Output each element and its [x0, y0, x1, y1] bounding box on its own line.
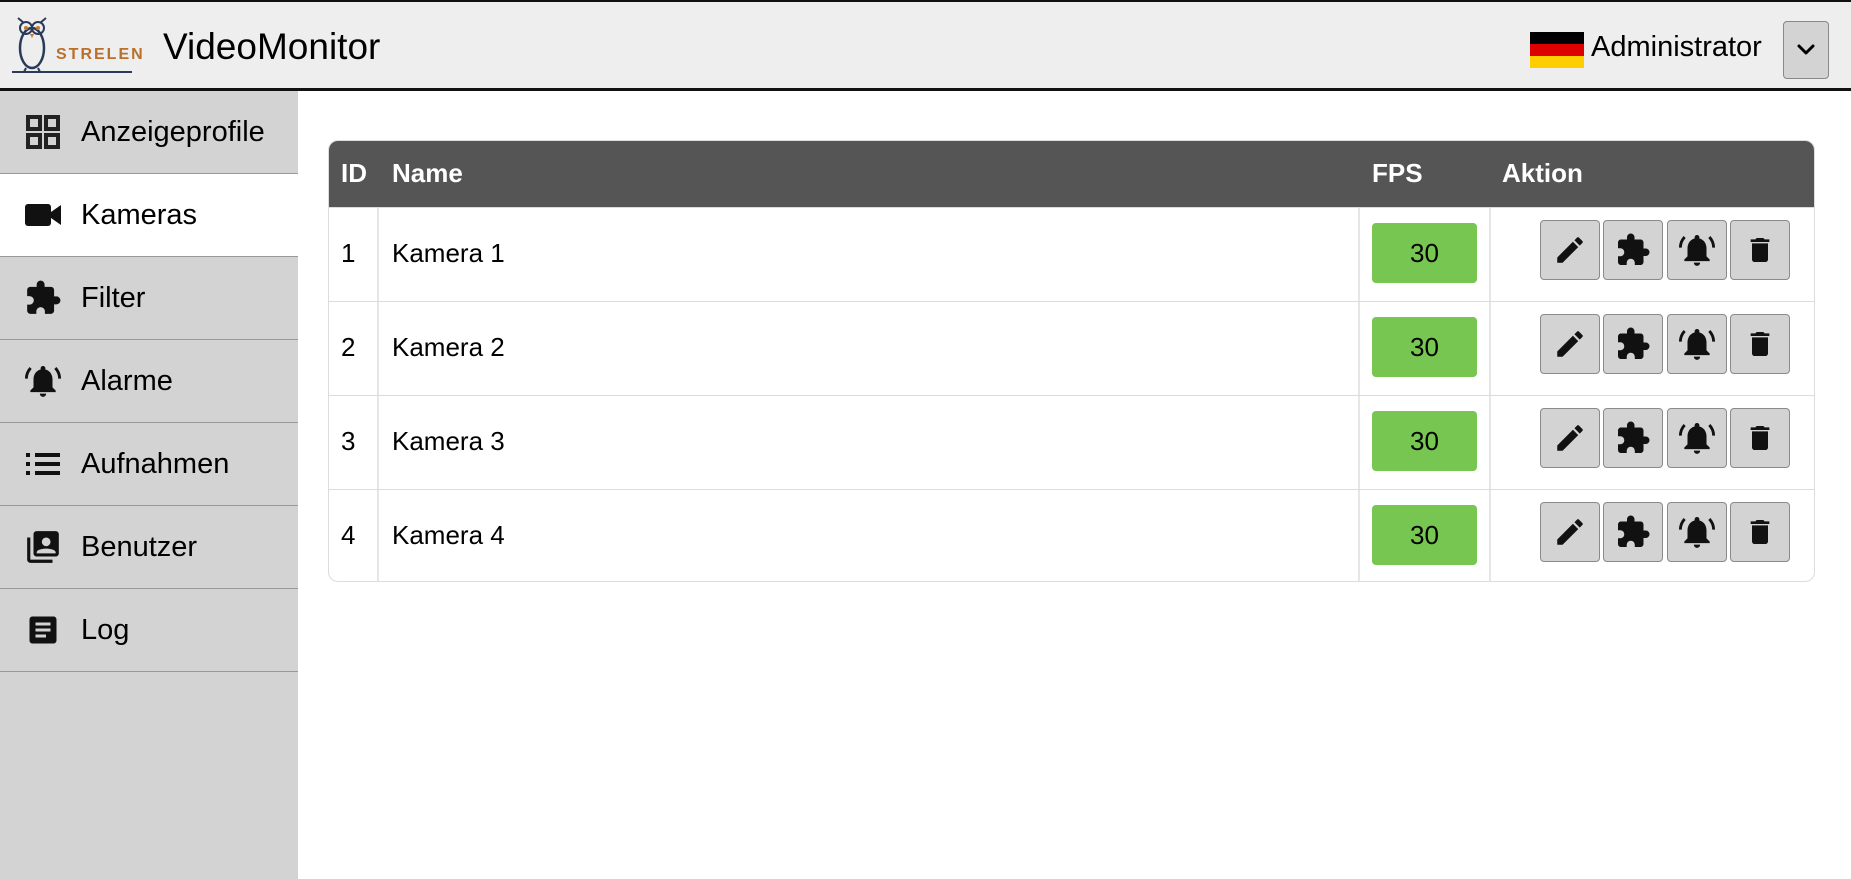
- sidebar-item-filter[interactable]: Filter: [0, 257, 298, 340]
- top-bar: STRELEN VideoMonitor Administrator: [0, 0, 1851, 91]
- edit-icon: [1553, 421, 1587, 455]
- table-row: 3 Kamera 3 30: [329, 395, 1814, 489]
- sidebar-item-kameras[interactable]: Kameras: [0, 174, 298, 257]
- sidebar-item-anzeigeprofile[interactable]: Anzeigeprofile: [0, 91, 298, 174]
- column-header-fps: FPS: [1372, 158, 1423, 188]
- column-header-action: Aktion: [1502, 158, 1583, 188]
- delete-button[interactable]: [1730, 314, 1790, 374]
- column-header-name: Name: [392, 158, 463, 188]
- cell-id: 4: [341, 520, 356, 550]
- app-title: VideoMonitor: [163, 26, 381, 67]
- sidebar-item-label: Alarme: [81, 364, 173, 397]
- delete-button[interactable]: [1730, 408, 1790, 468]
- filter-button[interactable]: [1603, 220, 1663, 280]
- camera-table: ID Name FPS Aktion 1 Kamera 1 30 2 Kamera 2 3…: [328, 140, 1815, 582]
- chevron-down-icon: [1797, 44, 1815, 55]
- cell-name: Kamera 2: [392, 332, 505, 362]
- trash-icon: [1744, 515, 1776, 549]
- table-row: 1 Kamera 1 30: [329, 207, 1814, 301]
- alarm-button[interactable]: [1667, 314, 1727, 374]
- table-header: ID Name FPS Aktion: [329, 141, 1814, 207]
- owl-icon: [17, 17, 47, 73]
- delete-button[interactable]: [1730, 502, 1790, 562]
- trash-icon: [1744, 327, 1776, 361]
- sidebar-item-benutzer[interactable]: Benutzer: [0, 506, 298, 589]
- fps-badge: 30: [1372, 411, 1477, 471]
- sidebar: Anzeigeprofile Kameras Filter Alarme Auf…: [0, 91, 298, 879]
- cell-id: 3: [341, 426, 356, 456]
- trash-icon: [1744, 233, 1776, 267]
- bell-ring-icon: [1678, 419, 1716, 457]
- logo-text: STRELEN: [56, 46, 145, 63]
- trash-icon: [1744, 421, 1776, 455]
- list-icon: [24, 445, 62, 483]
- filter-button[interactable]: [1603, 408, 1663, 468]
- puzzle-icon: [1615, 326, 1651, 362]
- delete-button[interactable]: [1730, 220, 1790, 280]
- sidebar-item-label: Benutzer: [81, 530, 198, 563]
- fps-badge: 30: [1372, 505, 1477, 565]
- fps-badge: 30: [1372, 223, 1477, 283]
- sidebar-item-label: Log: [81, 613, 130, 646]
- table-row: 4 Kamera 4 30: [329, 489, 1814, 581]
- filter-button[interactable]: [1603, 502, 1663, 562]
- bell-ring-icon: [1678, 325, 1716, 363]
- edit-button[interactable]: [1540, 502, 1600, 562]
- edit-icon: [1553, 515, 1587, 549]
- sidebar-item-label: Anzeigeprofile: [81, 115, 265, 148]
- user-menu-button[interactable]: [1783, 21, 1829, 79]
- videocam-icon: [24, 196, 62, 234]
- flag-stripe-black: [1530, 32, 1584, 44]
- edit-icon: [1553, 327, 1587, 361]
- cell-name: Kamera 1: [392, 238, 505, 268]
- user-name: Administrator: [1591, 31, 1762, 63]
- alarm-button[interactable]: [1667, 408, 1727, 468]
- alarm-button[interactable]: [1667, 220, 1727, 280]
- cell-name: Kamera 4: [392, 520, 505, 550]
- flag-stripe-red: [1530, 44, 1584, 56]
- cell-name: Kamera 3: [392, 426, 505, 456]
- bell-ring-icon: [1678, 513, 1716, 551]
- contacts-icon: [24, 528, 62, 566]
- sidebar-item-log[interactable]: Log: [0, 589, 298, 672]
- strelen-logo: STRELEN: [12, 14, 143, 78]
- language-flag-de[interactable]: [1530, 32, 1584, 68]
- sidebar-item-label: Kameras: [81, 198, 198, 231]
- sidebar-item-aufnahmen[interactable]: Aufnahmen: [0, 423, 298, 506]
- table-row: 2 Kamera 2 30: [329, 301, 1814, 395]
- edit-button[interactable]: [1540, 408, 1600, 468]
- bell-ring-icon: [24, 362, 62, 400]
- cell-id: 1: [341, 238, 356, 268]
- puzzle-icon: [24, 279, 62, 317]
- edit-icon: [1553, 233, 1587, 267]
- flag-stripe-gold: [1530, 56, 1584, 68]
- logo-underline: [12, 71, 132, 73]
- filter-button[interactable]: [1603, 314, 1663, 374]
- fps-badge: 30: [1372, 317, 1477, 377]
- article-icon: [24, 611, 62, 649]
- sidebar-item-label: Aufnahmen: [81, 447, 230, 480]
- puzzle-icon: [1615, 420, 1651, 456]
- puzzle-icon: [1615, 514, 1651, 550]
- sidebar-item-alarme[interactable]: Alarme: [0, 340, 298, 423]
- sidebar-item-label: Filter: [81, 281, 146, 314]
- edit-button[interactable]: [1540, 314, 1600, 374]
- edit-button[interactable]: [1540, 220, 1600, 280]
- alarm-button[interactable]: [1667, 502, 1727, 562]
- cell-id: 2: [341, 332, 356, 362]
- bell-ring-icon: [1678, 231, 1716, 269]
- puzzle-icon: [1615, 232, 1651, 268]
- grid-icon: [24, 113, 62, 151]
- column-header-id: ID: [341, 158, 367, 188]
